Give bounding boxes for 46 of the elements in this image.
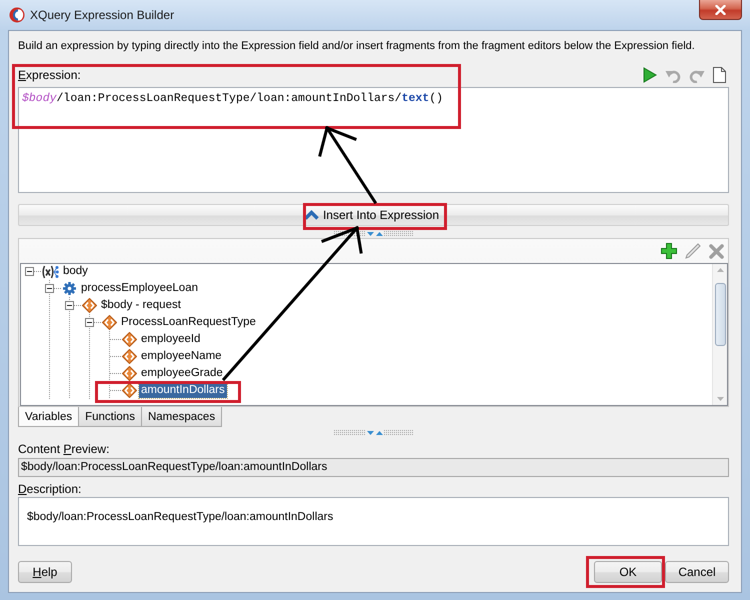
- tab[interactable]: Variables: [18, 407, 80, 427]
- diamond-icon: [122, 383, 136, 398]
- insert-button[interactable]: Insert Into Expression: [300, 205, 444, 225]
- instruction-text: Build an expression by typing directly into the Expression field and/or insert fragments from the fragment editors below the Expression field.: [18, 39, 696, 53]
- tab[interactable]: Namespaces: [140, 407, 222, 427]
- delete-icon[interactable]: [709, 244, 724, 258]
- description-field[interactable]: $body/loan:ProcessLoanRequestType/loan:amountInDollars: [18, 497, 729, 546]
- add-icon[interactable]: [661, 243, 677, 259]
- tree-item[interactable]: body: [61, 264, 90, 279]
- tree-item[interactable]: amountInDollars: [139, 383, 227, 398]
- collapse-toggle[interactable]: [65, 301, 74, 310]
- collapse-toggle[interactable]: [25, 267, 34, 276]
- expression-label: Expression:: [18, 68, 81, 82]
- tree-item[interactable]: employeeName: [139, 349, 224, 364]
- close-button[interactable]: [699, 0, 742, 20]
- collapse-toggle[interactable]: [45, 284, 54, 293]
- diamond-icon: [122, 366, 136, 381]
- description-label: Description:: [18, 482, 82, 496]
- help-button[interactable]: Help: [18, 561, 72, 583]
- new-document-icon[interactable]: [713, 67, 726, 83]
- scrollbar-thumb[interactable]: [714, 283, 726, 346]
- diamond-icon: [122, 349, 136, 364]
- variable-icon: [41, 264, 59, 278]
- collapse-toggle[interactable]: [85, 318, 94, 327]
- pencil-icon[interactable]: [685, 243, 701, 259]
- run-icon[interactable]: [643, 67, 657, 83]
- diamond-icon: [102, 315, 116, 330]
- tree-item[interactable]: employeeId: [139, 332, 202, 347]
- tree-item[interactable]: ProcessLoanRequestType: [119, 315, 258, 330]
- expression-field[interactable]: $body/loan:ProcessLoanRequestType/loan:amountInDollars/text(): [18, 87, 729, 193]
- app-logo-icon: [9, 7, 25, 23]
- diamond-icon: [122, 332, 136, 347]
- scrollbar[interactable]: [712, 264, 727, 405]
- splitter-handle[interactable]: [334, 430, 414, 436]
- gear-icon: [62, 282, 76, 295]
- close-icon: [715, 4, 726, 14]
- tree-item[interactable]: processEmployeeLoan: [79, 281, 200, 296]
- tree-item[interactable]: employeeGrade: [139, 366, 225, 381]
- chevron-up-icon: [304, 210, 319, 220]
- content-preview-label: Content Preview:: [18, 442, 110, 456]
- tree-item[interactable]: $body - request: [99, 298, 183, 313]
- content-preview-field[interactable]: $body/loan:ProcessLoanRequestType/loan:amountInDollars: [18, 458, 729, 477]
- ok-button[interactable]: OK: [594, 561, 662, 583]
- window-title: XQuery Expression Builder: [30, 8, 174, 22]
- diamond-icon: [82, 298, 96, 313]
- cancel-button[interactable]: Cancel: [665, 561, 729, 583]
